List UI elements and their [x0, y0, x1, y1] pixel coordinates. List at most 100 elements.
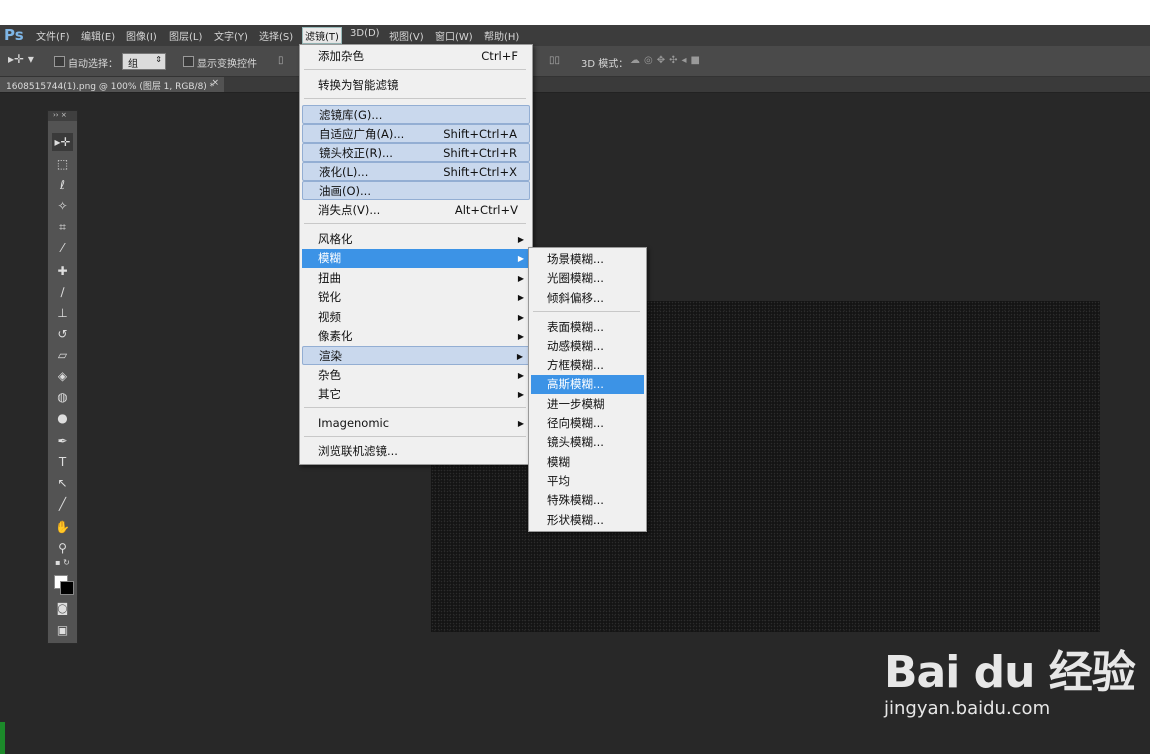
auto-select-dropdown[interactable]: 组 ⇕	[122, 53, 166, 70]
window-top-strip	[0, 0, 1150, 25]
history-brush-tool-icon[interactable]: ↺	[52, 325, 73, 343]
document-tab[interactable]: 1608515744(1).png @ 100% (图层 1, RGB/8) *…	[0, 77, 224, 92]
screen-mode-icon[interactable]: ▣	[52, 621, 73, 639]
menu-item-distort[interactable]: 扭曲 ▶	[302, 269, 530, 288]
menu-layer[interactable]: 图层(L)	[169, 28, 202, 43]
submenu-item-box-blur[interactable]: 方框模糊...	[531, 356, 644, 375]
blur-tool-icon[interactable]: ◍	[52, 388, 73, 406]
submenu-arrow-icon: ▶	[516, 352, 523, 361]
menu-item-filter-gallery[interactable]: 滤镜库(G)...	[302, 105, 530, 124]
menu-item-oil-paint[interactable]: 油画(O)...	[302, 181, 530, 200]
submenu-item-smart-blur[interactable]: 特殊模糊...	[531, 491, 644, 510]
menu-type[interactable]: 文字(Y)	[214, 28, 248, 43]
menu-select[interactable]: 选择(S)	[259, 28, 293, 43]
submenu-arrow-icon: ▶	[517, 313, 524, 322]
submenu-item-field-blur[interactable]: 场景模糊...	[531, 250, 644, 269]
menu-separator	[304, 436, 526, 437]
background-color-swatch[interactable]	[60, 581, 74, 595]
submenu-item-blur[interactable]: 模糊	[531, 453, 644, 472]
dodge-tool-icon[interactable]: ●	[52, 409, 73, 427]
close-icon[interactable]: ×	[211, 78, 219, 88]
healing-brush-tool-icon[interactable]: ✚	[52, 262, 73, 280]
distribute-icon[interactable]: ▯▯	[549, 55, 560, 66]
hand-tool-icon[interactable]: ✋	[52, 518, 73, 536]
submenu-item-average[interactable]: 平均	[531, 472, 644, 491]
menu-item-sharpen[interactable]: 锐化 ▶	[302, 288, 530, 307]
auto-select-checkbox[interactable]	[54, 56, 65, 67]
menu-image[interactable]: 图像(I)	[126, 28, 157, 43]
auto-select-label: 自动选择：	[68, 59, 118, 70]
submenu-item-motion-blur[interactable]: 动感模糊...	[531, 337, 644, 356]
menu-item-stylize[interactable]: 风格化 ▶	[302, 230, 530, 249]
document-title: 1608515744(1).png @ 100% (图层 1, RGB/8) *	[6, 82, 215, 92]
menu-filter[interactable]: 滤镜(T)	[302, 27, 342, 44]
pen-tool-icon[interactable]: ✒	[52, 432, 73, 450]
menu-item-vanishing-point[interactable]: 消失点(V)... Alt+Ctrl+V	[302, 201, 530, 220]
eraser-tool-icon[interactable]: ▱	[52, 346, 73, 364]
menu-edit[interactable]: 编辑(E)	[81, 28, 115, 43]
quick-mask-icon[interactable]: ◙	[52, 599, 73, 617]
submenu-item-shape-blur[interactable]: 形状模糊...	[531, 511, 644, 530]
menu-item-adaptive-wide-angle[interactable]: 自适应广角(A)... Shift+Ctrl+A	[302, 124, 530, 143]
menu-item-video[interactable]: 视频 ▶	[302, 308, 530, 327]
magic-wand-tool-icon[interactable]: ✧	[52, 197, 73, 215]
move-tool-preset-icon[interactable]: ▸✛ ▾	[8, 52, 34, 66]
menu-3d[interactable]: 3D(D)	[350, 28, 380, 39]
submenu-arrow-icon: ▶	[517, 274, 524, 283]
menu-item-other[interactable]: 其它 ▶	[302, 385, 530, 404]
clone-stamp-tool-icon[interactable]: ⊥	[52, 304, 73, 322]
stepper-arrows-icon: ⇕	[155, 55, 162, 64]
options-bar: ▸✛ ▾ 自动选择： 组 ⇕ 显示变换控件 ▯ ▯▯ 3D 模式： ☁◎✥✣◂■	[0, 46, 1150, 77]
paint-bucket-tool-icon[interactable]: ◈	[52, 367, 73, 385]
submenu-item-gaussian-blur[interactable]: 高斯模糊...	[531, 375, 644, 394]
submenu-item-surface-blur[interactable]: 表面模糊...	[531, 318, 644, 337]
submenu-item-tilt-shift[interactable]: 倾斜偏移...	[531, 289, 644, 308]
menu-view[interactable]: 视图(V)	[389, 28, 424, 43]
type-tool-icon[interactable]: T	[52, 453, 73, 471]
menu-item-pixelate[interactable]: 像素化 ▶	[302, 327, 530, 346]
watermark-brand: Bai du 经验	[884, 647, 1136, 698]
lasso-tool-icon[interactable]: ℓ	[52, 176, 73, 194]
path-selection-tool-icon[interactable]: ↖	[52, 474, 73, 492]
menu-item-browse-online-filters[interactable]: 浏览联机滤镜...	[302, 442, 530, 461]
toolbox-panel: ›› × ▸✛ ⬚ ℓ ✧ ⌗ ⁄ ✚ ∕ ⊥ ↺ ▱ ◈ ◍ ● ✒ T ↖ …	[47, 110, 78, 644]
show-transform-checkbox[interactable]	[183, 56, 194, 67]
swap-colors-icon[interactable]: ▪ ↻	[52, 558, 73, 568]
eyedropper-tool-icon[interactable]: ⁄	[52, 239, 73, 257]
move-tool-icon[interactable]: ▸✛	[52, 133, 73, 151]
line-tool-icon[interactable]: ╱	[52, 495, 73, 513]
menu-item-noise[interactable]: 杂色 ▶	[302, 366, 530, 385]
marquee-tool-icon[interactable]: ⬚	[52, 155, 73, 173]
align-icon[interactable]: ▯	[278, 55, 284, 66]
submenu-item-lens-blur[interactable]: 镜头模糊...	[531, 433, 644, 452]
menu-item-add-noise-last[interactable]: 添加杂色 Ctrl+F	[302, 47, 530, 66]
3d-mode-icons[interactable]: ☁◎✥✣◂■	[630, 55, 704, 66]
blur-submenu: 场景模糊... 光圈模糊... 倾斜偏移... 表面模糊... 动感模糊... …	[528, 247, 647, 532]
menu-item-imagenomic[interactable]: Imagenomic ▶	[302, 414, 530, 433]
submenu-arrow-icon: ▶	[517, 332, 524, 341]
toolbox-header[interactable]: ›› ×	[48, 111, 77, 121]
crop-tool-icon[interactable]: ⌗	[52, 218, 73, 236]
submenu-item-iris-blur[interactable]: 光圈模糊...	[531, 269, 644, 288]
menu-item-blur[interactable]: 模糊 ▶	[302, 249, 530, 268]
submenu-arrow-icon: ▶	[517, 235, 524, 244]
submenu-arrow-icon: ▶	[517, 293, 524, 302]
menu-file[interactable]: 文件(F)	[36, 28, 70, 43]
menu-item-render[interactable]: 渲染 ▶	[302, 346, 530, 365]
zoom-tool-icon[interactable]: ⚲	[52, 539, 73, 557]
brush-tool-icon[interactable]: ∕	[52, 283, 73, 301]
menu-bar: Ps 文件(F) 编辑(E) 图像(I) 图层(L) 文字(Y) 选择(S) 滤…	[0, 25, 1150, 46]
menu-help[interactable]: 帮助(H)	[484, 28, 519, 43]
show-transform-label: 显示变换控件	[197, 59, 257, 70]
submenu-arrow-icon: ▶	[517, 419, 524, 428]
submenu-item-blur-more[interactable]: 进一步模糊	[531, 395, 644, 414]
submenu-item-radial-blur[interactable]: 径向模糊...	[531, 414, 644, 433]
submenu-arrow-icon: ▶	[517, 390, 524, 399]
menu-item-convert-smart-filter[interactable]: 转换为智能滤镜	[302, 76, 530, 95]
menu-item-lens-correction[interactable]: 镜头校正(R)... Shift+Ctrl+R	[302, 143, 530, 162]
menu-item-liquify[interactable]: 液化(L)... Shift+Ctrl+X	[302, 162, 530, 181]
menu-window[interactable]: 窗口(W)	[435, 28, 473, 43]
submenu-arrow-icon: ▶	[517, 371, 524, 380]
auto-select-value: 组	[128, 59, 138, 70]
menu-separator	[304, 98, 526, 99]
